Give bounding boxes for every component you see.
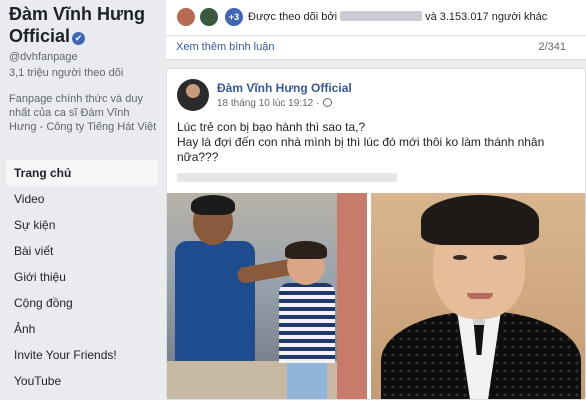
nav-item-community[interactable]: Cộng đồng (6, 290, 158, 316)
followed-by-text: Được theo dõi bởi và 3.153.017 người khác (248, 11, 547, 23)
follower-avatar-icon[interactable] (176, 7, 196, 27)
post-photo-video-still[interactable] (167, 193, 367, 399)
followed-by-strip: +3 Được theo dõi bởi và 3.153.017 người k… (166, 0, 586, 36)
post-card: Đàm Vĩnh Hưng Official 18 tháng 10 lúc 1… (166, 68, 586, 400)
page-nav: Trang chủ Video Sự kiện Bài viết Giới th… (6, 160, 158, 394)
page-title[interactable]: Đàm Vĩnh Hưng Official ✔ (9, 3, 159, 47)
more-followers-badge[interactable]: +3 (224, 7, 244, 27)
post-author[interactable]: Đàm Vĩnh Hưng Official (217, 81, 352, 95)
post-body: Lúc trẻ con bị bạo hành thì sao ta,? Hay… (177, 120, 577, 165)
portrait-mouth (467, 293, 493, 299)
nav-item-youtube[interactable]: YouTube (6, 368, 158, 394)
nav-item-invite-friends[interactable]: Invite Your Friends! (6, 342, 158, 368)
photo-child-legs (287, 361, 327, 399)
page-about: Fanpage chính thức và duy nhất của ca sĩ… (9, 93, 157, 133)
portrait-hair (421, 195, 539, 245)
nav-item-home[interactable]: Trang chủ (6, 160, 158, 186)
comment-count: 2/341 (538, 41, 566, 53)
followed-by-prefix: Được theo dõi bởi (248, 11, 338, 23)
photo-child-body (279, 283, 335, 363)
photo-man-hair (191, 195, 235, 215)
blurred-link[interactable] (177, 173, 397, 182)
followed-by-suffix[interactable]: và 3.153.017 người khác (425, 11, 547, 23)
blurred-names (340, 11, 423, 21)
photo-curtain (337, 193, 367, 399)
follower-count: 3,1 triệu người theo dõi (9, 67, 124, 79)
nav-item-video[interactable]: Video (6, 186, 158, 212)
post-photo-portrait[interactable] (371, 193, 585, 399)
post-text-line: Lúc trẻ con bị bạo hành thì sao ta,? (177, 120, 366, 134)
verified-badge-icon: ✔ (72, 32, 86, 45)
post-timestamp[interactable]: 18 tháng 10 lúc 19:12 · (217, 98, 333, 109)
author-avatar[interactable] (177, 79, 209, 111)
portrait-eye (453, 255, 467, 260)
photo-man-body (175, 241, 255, 361)
follower-avatar-icon[interactable] (199, 7, 219, 27)
nav-item-photos[interactable]: Ảnh (6, 316, 158, 342)
view-more-comments-link[interactable]: Xem thêm bình luận (176, 41, 274, 53)
nav-item-events[interactable]: Sự kiện (6, 212, 158, 238)
post-timestamp-text[interactable]: 18 tháng 10 lúc 19:12 · (217, 98, 319, 109)
page-sidebar: Đàm Vĩnh Hưng Official ✔ @dvhfanpage 3,1 … (0, 0, 162, 400)
page-handle[interactable]: @dvhfanpage (9, 51, 78, 63)
globe-icon (323, 98, 333, 107)
nav-item-about[interactable]: Giới thiệu (6, 264, 158, 290)
post-text-line: Hay là đợi đến con nhà mình bị thì lúc đ… (177, 135, 545, 164)
comments-bar: Xem thêm bình luận 2/341 (166, 36, 586, 60)
portrait-eye (493, 255, 507, 260)
nav-item-posts[interactable]: Bài viết (6, 238, 158, 264)
photo-child-hair (285, 241, 327, 259)
